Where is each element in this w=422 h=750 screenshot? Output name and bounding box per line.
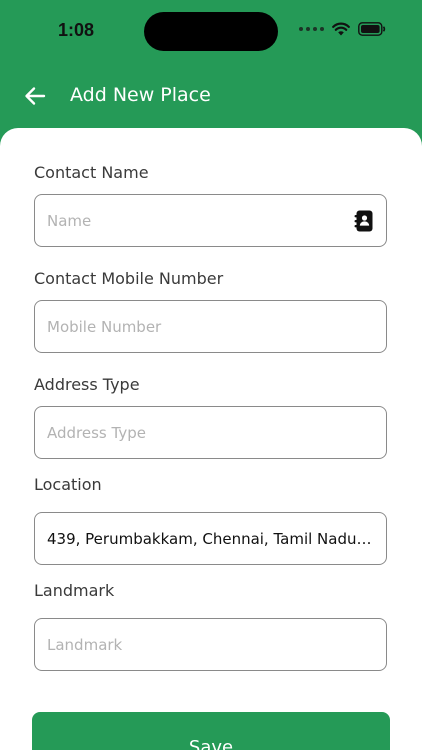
status-icons xyxy=(299,22,386,36)
dynamic-island xyxy=(144,12,278,51)
status-bar: 1:08 xyxy=(0,0,422,62)
mobile-number-input[interactable] xyxy=(34,300,387,353)
status-time: 1:08 xyxy=(58,20,95,40)
battery-icon xyxy=(358,22,386,36)
page-title: Add New Place xyxy=(70,84,211,106)
app-header: Add New Place xyxy=(0,70,422,122)
arrow-left-icon xyxy=(25,87,46,105)
wifi-icon xyxy=(332,22,350,36)
contact-name-input[interactable] xyxy=(34,194,387,247)
cellular-signal-icon xyxy=(299,27,324,31)
form-card: Contact Name Contact Mobile Number Addre… xyxy=(0,128,422,750)
address-type-input[interactable] xyxy=(34,406,387,459)
location-label: Location xyxy=(34,475,102,494)
back-button[interactable] xyxy=(18,80,52,112)
landmark-label: Landmark xyxy=(34,581,115,600)
location-input[interactable] xyxy=(34,512,387,565)
contact-book-icon[interactable] xyxy=(354,210,374,232)
add-place-screen: 1:08 Add New Place Contact Name Name Con… xyxy=(0,0,422,750)
mobile-number-label: Contact Mobile Number xyxy=(34,269,224,288)
landmark-input[interactable] xyxy=(34,618,387,671)
address-type-label: Address Type xyxy=(34,375,140,394)
contact-name-label: Contact Name xyxy=(34,163,149,182)
save-button[interactable]: Save xyxy=(32,712,390,750)
